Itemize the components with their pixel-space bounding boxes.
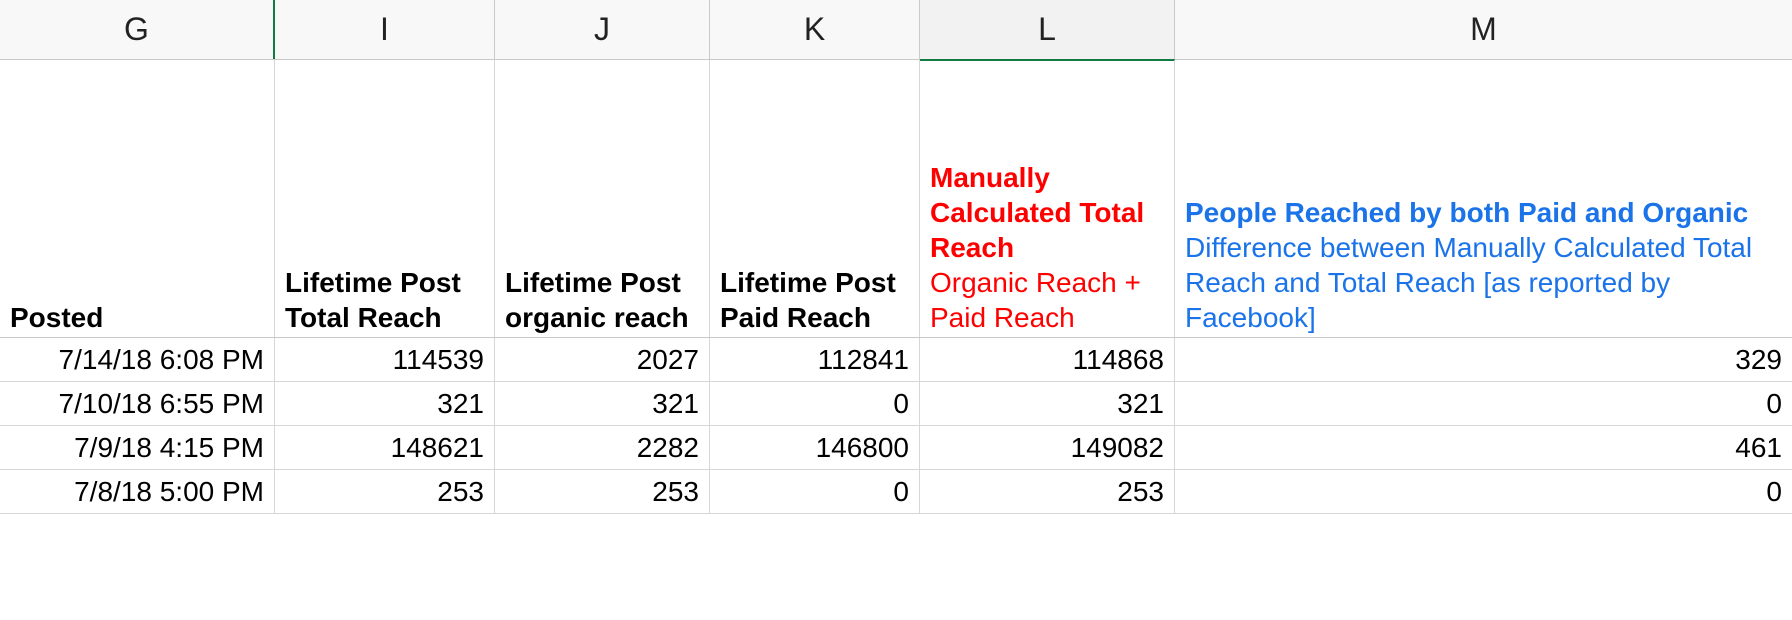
field-name-row: Posted Lifetime Post Total Reach Lifetim… [0, 60, 1792, 338]
cell-posted[interactable]: 7/8/18 5:00 PM [0, 470, 275, 513]
cell-organic-reach[interactable]: 2027 [495, 338, 710, 381]
cell-posted[interactable]: 7/10/18 6:55 PM [0, 382, 275, 425]
cell-total-reach[interactable]: 114539 [275, 338, 495, 381]
cell-paid-reach[interactable]: 0 [710, 470, 920, 513]
table-row: 7/10/18 6:55 PM 321 321 0 321 0 [0, 382, 1792, 426]
field-header-manual-total[interactable]: Manually Calculated Total Reach Organic … [920, 59, 1175, 337]
field-header-organic-reach[interactable]: Lifetime Post organic reach [495, 60, 710, 337]
field-title: Posted [10, 300, 103, 335]
cell-manual-total[interactable]: 114868 [920, 338, 1175, 381]
column-letter-row: G I J K L M [0, 0, 1792, 60]
field-title: Lifetime Post Paid Reach [720, 265, 909, 335]
field-header-paid-reach[interactable]: Lifetime Post Paid Reach [710, 60, 920, 337]
cell-posted[interactable]: 7/9/18 4:15 PM [0, 426, 275, 469]
cell-paid-reach[interactable]: 112841 [710, 338, 920, 381]
column-header-G[interactable]: G [0, 0, 275, 59]
spreadsheet: G I J K L M Posted Lifetime Post Total R… [0, 0, 1792, 514]
cell-paid-reach[interactable]: 146800 [710, 426, 920, 469]
cell-overlap[interactable]: 461 [1175, 426, 1792, 469]
cell-manual-total[interactable]: 321 [920, 382, 1175, 425]
cell-overlap[interactable]: 0 [1175, 470, 1792, 513]
cell-overlap[interactable]: 0 [1175, 382, 1792, 425]
field-title: Lifetime Post organic reach [505, 265, 699, 335]
cell-organic-reach[interactable]: 321 [495, 382, 710, 425]
field-subtitle: Difference between Manually Calculated T… [1185, 230, 1782, 335]
cell-total-reach[interactable]: 148621 [275, 426, 495, 469]
field-subtitle: Organic Reach + Paid Reach [930, 265, 1164, 335]
table-row: 7/8/18 5:00 PM 253 253 0 253 0 [0, 470, 1792, 514]
column-header-M[interactable]: M [1175, 0, 1792, 59]
cell-manual-total[interactable]: 149082 [920, 426, 1175, 469]
cell-manual-total[interactable]: 253 [920, 470, 1175, 513]
column-header-J[interactable]: J [495, 0, 710, 59]
field-title: Manually Calculated Total Reach [930, 160, 1164, 265]
column-header-K[interactable]: K [710, 0, 920, 59]
table-row: 7/14/18 6:08 PM 114539 2027 112841 11486… [0, 338, 1792, 382]
cell-organic-reach[interactable]: 253 [495, 470, 710, 513]
cell-posted[interactable]: 7/14/18 6:08 PM [0, 338, 275, 381]
field-header-overlap[interactable]: People Reached by both Paid and Organic … [1175, 60, 1792, 337]
cell-organic-reach[interactable]: 2282 [495, 426, 710, 469]
cell-total-reach[interactable]: 253 [275, 470, 495, 513]
field-header-posted[interactable]: Posted [0, 60, 275, 337]
column-header-L[interactable]: L [920, 0, 1175, 59]
cell-overlap[interactable]: 329 [1175, 338, 1792, 381]
table-row: 7/9/18 4:15 PM 148621 2282 146800 149082… [0, 426, 1792, 470]
cell-total-reach[interactable]: 321 [275, 382, 495, 425]
field-title: People Reached by both Paid and Organic [1185, 195, 1782, 230]
column-header-I[interactable]: I [275, 0, 495, 59]
field-header-total-reach[interactable]: Lifetime Post Total Reach [275, 60, 495, 337]
cell-paid-reach[interactable]: 0 [710, 382, 920, 425]
field-title: Lifetime Post Total Reach [285, 265, 484, 335]
